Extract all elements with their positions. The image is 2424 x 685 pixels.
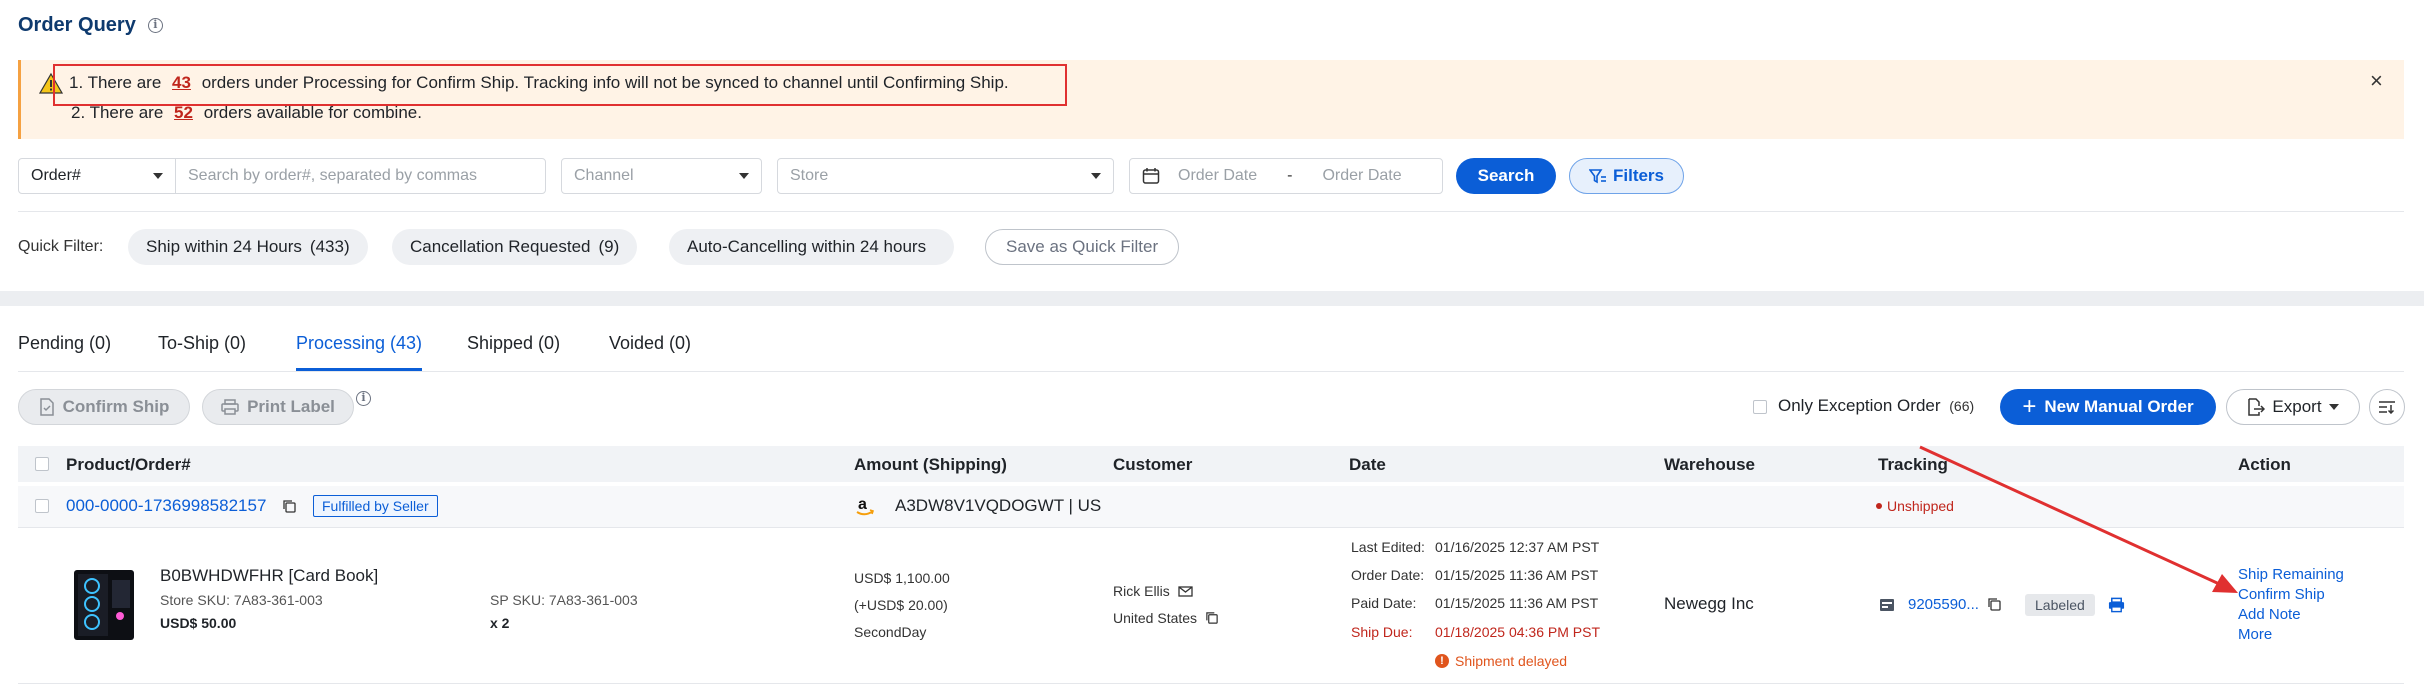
- annotation-arrow: [1919, 445, 2238, 593]
